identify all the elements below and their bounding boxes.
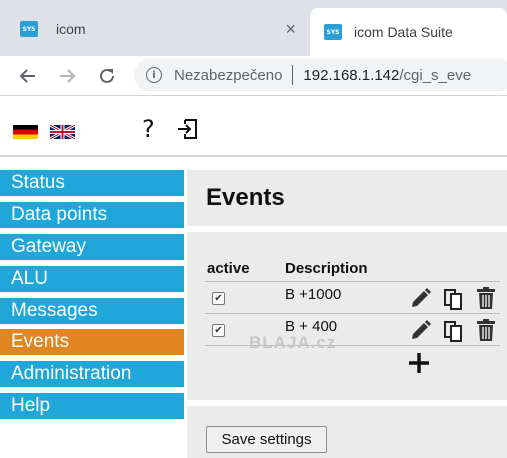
flag-de-icon[interactable] [13,125,38,139]
column-header-description: Description [285,260,368,277]
copy-icon[interactable] [443,286,465,310]
back-button[interactable] [14,62,42,90]
logout-icon[interactable] [176,117,200,141]
info-icon[interactable]: i [146,67,162,83]
flag-gb-icon[interactable] [50,125,75,139]
sidebar-item-administration[interactable]: Administration [0,361,184,388]
security-label: Nezabezpečeno [174,66,283,84]
sidebar-item-data-points[interactable]: Data points [0,201,184,228]
main-content: Events active Description ✔ B +1000 ✔ B … [187,170,507,458]
sidebar-item-events[interactable]: Events [0,329,184,356]
app-header: ? [0,97,507,157]
tab-title: icom Data Suite [354,24,453,40]
active-checkbox[interactable]: ✔ [212,324,225,337]
browser-tab-icom[interactable]: SYS icom × [0,9,310,49]
url-host: 192.168.1.142 [303,66,400,84]
sidebar-item-gateway[interactable]: Gateway [0,233,184,260]
browser-toolbar: i Nezabezpečeno 192.168.1.142 /cgi_s_eve [0,56,507,96]
save-settings-button[interactable]: Save settings [206,426,327,453]
sidebar-nav: Status Data points Gateway ALU Messages … [0,170,184,425]
column-header-active: active [207,260,250,277]
page-title-panel: Events [187,170,507,226]
icom-favicon-icon: SYS [20,21,38,37]
edit-icon[interactable] [409,318,431,342]
address-bar[interactable]: i Nezabezpečeno 192.168.1.142 /cgi_s_eve [134,58,507,92]
watermark: BLAJA.cz [249,333,337,352]
reload-button[interactable] [93,62,121,90]
close-tab-icon[interactable]: × [285,20,296,38]
forward-arrow-icon [60,69,76,83]
help-icon[interactable]: ? [142,115,155,143]
active-checkbox[interactable]: ✔ [212,292,225,305]
events-table-panel: active Description ✔ B +1000 ✔ B + 400 B… [187,232,507,400]
sidebar-item-alu[interactable]: ALU [0,265,184,292]
event-description: B +1000 [285,286,342,303]
browser-tab-data-suite[interactable]: SYS icom Data Suite [310,8,507,56]
address-separator [292,65,294,85]
reload-icon [100,68,114,83]
sidebar-item-help[interactable]: Help [0,393,184,420]
sidebar-item-status[interactable]: Status [0,170,184,196]
copy-icon[interactable] [443,318,465,342]
forward-button[interactable] [53,62,81,90]
url-path: /cgi_s_eve [399,66,472,84]
settings-panel: Save settings [187,406,507,458]
tab-title: icom [56,21,86,37]
page-title: Events [206,184,285,211]
table-row: ✔ B +1000 [205,281,500,313]
back-arrow-icon [19,69,35,83]
delete-icon[interactable] [475,286,497,310]
add-icon[interactable] [407,351,431,375]
edit-icon[interactable] [409,286,431,310]
delete-icon[interactable] [475,318,497,342]
icom-favicon-icon: SYS [324,24,342,40]
sidebar-item-messages[interactable]: Messages [0,297,184,324]
browser-tab-strip: SYS icom × SYS icom Data Suite [0,0,507,56]
